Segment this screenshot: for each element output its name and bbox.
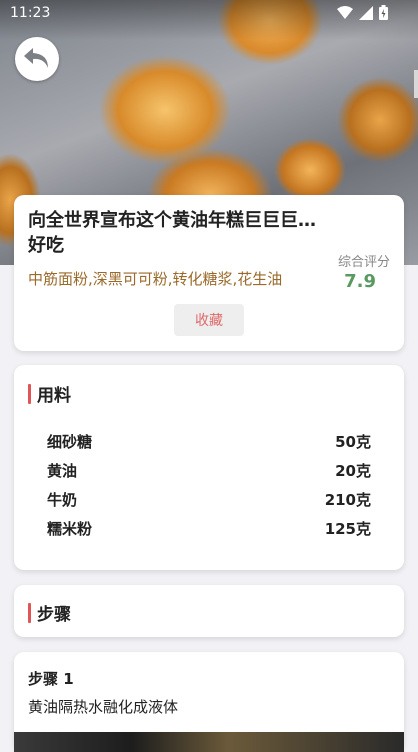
ingredient-name: 牛奶 bbox=[47, 491, 78, 509]
back-arrow-icon bbox=[24, 48, 48, 68]
ingredient-name: 细砂糖 bbox=[47, 433, 93, 451]
ingredient-row: 细砂糖 50克 bbox=[47, 431, 371, 452]
ingredient-amount: 20克 bbox=[335, 462, 371, 480]
ingredient-name: 糯米粉 bbox=[47, 520, 93, 538]
score-label: 综合评分 bbox=[337, 255, 390, 270]
ingredient-row: 牛奶 210克 bbox=[47, 489, 371, 510]
recipe-ingredients-summary: 中筋面粉,深黑可可粉,转化糖浆,花生油 bbox=[28, 270, 283, 288]
status-bar: 11:23 bbox=[0, 0, 418, 28]
step-card: 步骤 1 黄油隔热水融化成液体 bbox=[14, 652, 404, 752]
steps-heading-text: 步骤 bbox=[37, 605, 71, 625]
ingredient-row: 黄油 20克 bbox=[47, 460, 371, 481]
battery-icon bbox=[379, 5, 388, 20]
ingredients-heading-text: 用料 bbox=[37, 386, 71, 406]
signal-icon bbox=[359, 5, 373, 20]
recipe-info-card: 向全世界宣布这个黄油年糕巨巨巨… 好吃 中筋面粉,深黑可可粉,转化糖浆,花生油 … bbox=[14, 195, 404, 351]
ingredient-amount: 210克 bbox=[324, 491, 371, 509]
status-icons bbox=[337, 5, 388, 20]
status-time: 11:23 bbox=[10, 5, 51, 21]
back-button[interactable] bbox=[15, 37, 59, 81]
steps-header-card: 步骤 bbox=[14, 585, 404, 637]
recipe-title: 向全世界宣布这个黄油年糕巨巨巨… 好吃 bbox=[28, 210, 316, 256]
scroll-indicator bbox=[414, 70, 418, 98]
favorite-button[interactable]: 收藏 bbox=[174, 304, 244, 336]
ingredient-amount: 125克 bbox=[324, 520, 371, 538]
steps-heading: 步骤 bbox=[28, 600, 71, 625]
ingredients-heading: 用料 bbox=[28, 381, 71, 406]
ingredient-amount: 50克 bbox=[335, 433, 371, 451]
ingredients-card: 用料 细砂糖 50克 黄油 20克 牛奶 210克 糯米粉 125克 bbox=[14, 365, 404, 570]
step-image bbox=[14, 732, 404, 752]
step-text: 黄油隔热水融化成液体 bbox=[28, 698, 179, 716]
section-accent-bar bbox=[28, 602, 31, 623]
ingredient-row: 糯米粉 125克 bbox=[47, 518, 371, 539]
step-title: 步骤 1 bbox=[28, 670, 74, 688]
ingredient-name: 黄油 bbox=[47, 462, 78, 480]
score-value: 7.9 bbox=[344, 271, 376, 292]
wifi-icon bbox=[337, 6, 353, 19]
section-accent-bar bbox=[28, 383, 31, 404]
